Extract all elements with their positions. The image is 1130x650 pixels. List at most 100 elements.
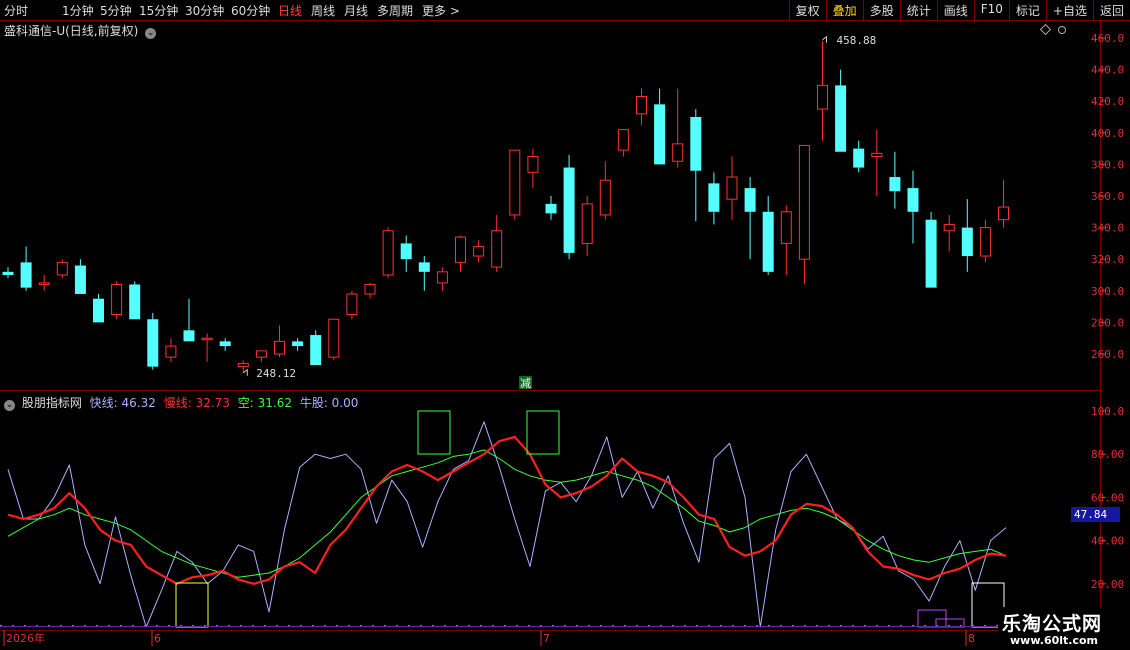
candle-body	[436, 271, 448, 284]
candle-body	[889, 177, 901, 192]
y-tick-label: 60.00	[1091, 491, 1124, 504]
candle-body	[636, 95, 647, 115]
candle-body	[38, 282, 50, 285]
candle-body	[93, 298, 104, 323]
candle-body	[599, 179, 611, 216]
sell-signal-box	[526, 410, 560, 455]
candle-body	[20, 262, 32, 288]
sell-signal-box	[417, 410, 451, 455]
candle-body	[853, 148, 865, 168]
low-label: 248.12	[256, 367, 296, 380]
candle-body	[690, 117, 702, 171]
candle-body	[183, 330, 195, 342]
x-tick-label: 6	[154, 632, 161, 645]
watermark-logo: 乐淘公式网 www.60lt.com	[998, 607, 1130, 650]
y-tick-label: 460.0	[1091, 32, 1124, 45]
x-tick-label: 8	[968, 632, 975, 645]
candle-body	[364, 283, 376, 295]
candle-body	[654, 104, 666, 165]
y-tick-label: 280.0	[1091, 316, 1124, 329]
candle-body	[617, 129, 629, 151]
watermark-url: www.60lt.com	[1010, 634, 1099, 647]
candle-body	[292, 341, 304, 347]
candle-body	[328, 318, 340, 358]
y-tick-label: 40.00	[1091, 535, 1124, 548]
candle-body	[798, 144, 810, 260]
chart-canvas[interactable]: 460.0 440.0 420.0 400.0 380.0 360.0 340.0 320.0…	[0, 0, 1130, 650]
candle-body	[979, 227, 991, 257]
y-tick-label: 440.0	[1091, 64, 1124, 77]
stock-title: 盛科通信-U(日线,前复权)	[4, 24, 139, 38]
circle-icon	[1058, 26, 1066, 34]
candle-body	[346, 293, 358, 315]
candle-body	[400, 243, 412, 260]
candle-body	[744, 188, 756, 212]
candle-body	[74, 265, 86, 294]
candle-body	[726, 176, 738, 200]
y-tick-label: 80.00	[1091, 448, 1124, 461]
high-label: 458.88	[837, 34, 877, 47]
candle-body	[817, 84, 828, 110]
indicator-name: 股朋指标网	[21, 396, 82, 410]
candle-body	[545, 203, 557, 214]
candle-body	[56, 261, 68, 276]
candle-body	[165, 345, 177, 358]
candle-body	[491, 230, 503, 268]
slow-line	[7, 435, 1007, 585]
candle-body	[581, 203, 593, 244]
candle-body	[925, 219, 937, 288]
x-tick-label: 7	[543, 632, 550, 645]
main-chart-title[interactable]: 盛科通信-U(日线,前复权) ⌄	[4, 22, 157, 39]
y-tick-label: 300.0	[1091, 285, 1124, 298]
candle-body	[219, 341, 231, 347]
candle-body	[147, 319, 159, 367]
legend-slow: 慢线: 32.73	[163, 396, 230, 410]
y-tick-label: 380.0	[1091, 158, 1124, 171]
candle-body	[455, 236, 466, 263]
candle-body	[835, 85, 847, 152]
candle-body	[201, 337, 213, 341]
y-tick-label: 400.0	[1091, 127, 1124, 140]
empty-line	[7, 449, 1007, 578]
candle-body	[382, 230, 394, 276]
low-arrow	[243, 368, 248, 376]
legend-fast: 快线: 46.32	[89, 396, 156, 410]
dropdown-icon[interactable]: ⌄	[145, 28, 157, 39]
y-tick-label: 260.0	[1091, 348, 1124, 361]
high-arrow	[822, 35, 827, 43]
legend-bull: 牛股: 0.00	[299, 396, 359, 410]
candle-body	[255, 350, 267, 358]
y-tick-label: 360.0	[1091, 190, 1124, 203]
watermark-name: 乐淘公式网	[1002, 613, 1103, 635]
candle-body	[509, 149, 521, 216]
candle-body	[527, 156, 539, 173]
candle-body	[473, 246, 485, 257]
candle-body	[961, 227, 973, 257]
diamond-icon	[1039, 23, 1052, 36]
candle-body	[418, 262, 430, 272]
indicator-title-bar[interactable]: ⌄ 股朋指标网 快线: 46.32 慢线: 32.73 空: 31.62 牛股:…	[4, 394, 358, 411]
candle-body	[2, 271, 14, 275]
candle-body	[871, 152, 883, 157]
candle-body	[943, 223, 955, 232]
candle-body	[129, 284, 141, 320]
legend-empty: 空: 31.62	[237, 396, 292, 410]
signal-text: 减	[520, 377, 531, 390]
candle-body	[111, 283, 123, 316]
candle-body	[708, 183, 720, 212]
y-tick-label: 20.00	[1091, 578, 1124, 591]
candle-body	[762, 211, 774, 272]
y-tick-label: 320.0	[1091, 253, 1124, 266]
candle-body	[672, 143, 684, 162]
candle-body	[237, 362, 249, 368]
candle-body	[907, 188, 919, 212]
candle-body	[563, 167, 575, 253]
candle-body	[274, 340, 285, 355]
candle-body	[780, 211, 792, 244]
y-tick-label: 100.0	[1091, 405, 1124, 418]
buy-signal-box	[175, 582, 209, 628]
y-tick-label: 420.0	[1091, 95, 1124, 108]
fast-line	[7, 421, 1007, 628]
y-tick-label: 340.0	[1091, 222, 1124, 235]
dropdown-icon[interactable]: ⌄	[4, 400, 15, 411]
